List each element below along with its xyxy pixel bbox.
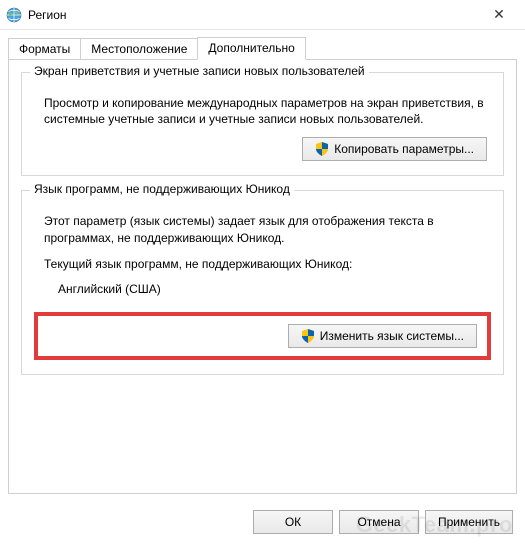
group-legend: Язык программ, не поддерживающих Юникод <box>30 182 294 196</box>
group-non-unicode: Язык программ, не поддерживающих Юникод … <box>21 190 504 375</box>
globe-icon <box>6 7 22 23</box>
tab-location[interactable]: Местоположение <box>80 38 198 60</box>
group-description: Просмотр и копирование международных пар… <box>44 95 491 127</box>
apply-button[interactable]: Применить <box>425 510 513 534</box>
tab-label: Форматы <box>19 42 70 56</box>
tab-panel-advanced: Экран приветствия и учетные записи новых… <box>8 59 517 494</box>
shield-icon <box>315 142 329 156</box>
ok-button[interactable]: ОК <box>253 510 333 534</box>
tab-advanced[interactable]: Дополнительно <box>197 37 305 60</box>
group-welcome-screen: Экран приветствия и учетные записи новых… <box>21 72 504 176</box>
button-label: Применить <box>438 515 500 529</box>
tab-formats[interactable]: Форматы <box>8 38 81 60</box>
close-button[interactable]: ✕ <box>479 1 519 29</box>
cancel-button[interactable]: Отмена <box>339 510 419 534</box>
group-description: Этот параметр (язык системы) задает язык… <box>44 213 491 245</box>
title-bar: Регион ✕ <box>0 0 525 30</box>
current-language-label: Текущий язык программ, не поддерживающих… <box>44 256 491 272</box>
button-label: Изменить язык системы... <box>320 329 464 343</box>
shield-icon <box>301 329 315 343</box>
tab-strip: Форматы Местоположение Дополнительно <box>0 30 525 59</box>
button-label: ОК <box>285 515 301 529</box>
dialog-footer: ОК Отмена Применить <box>253 510 513 534</box>
current-language-value: Английский (США) <box>58 282 491 296</box>
window-title: Регион <box>28 8 479 22</box>
highlight-frame: Изменить язык системы... <box>34 312 491 360</box>
button-label: Копировать параметры... <box>334 142 474 156</box>
copy-settings-button[interactable]: Копировать параметры... <box>302 137 487 161</box>
tab-label: Местоположение <box>91 42 187 56</box>
change-system-locale-button[interactable]: Изменить язык системы... <box>288 324 477 348</box>
tab-label: Дополнительно <box>208 41 294 55</box>
close-icon: ✕ <box>493 6 505 23</box>
button-label: Отмена <box>357 515 400 529</box>
group-legend: Экран приветствия и учетные записи новых… <box>30 64 369 78</box>
